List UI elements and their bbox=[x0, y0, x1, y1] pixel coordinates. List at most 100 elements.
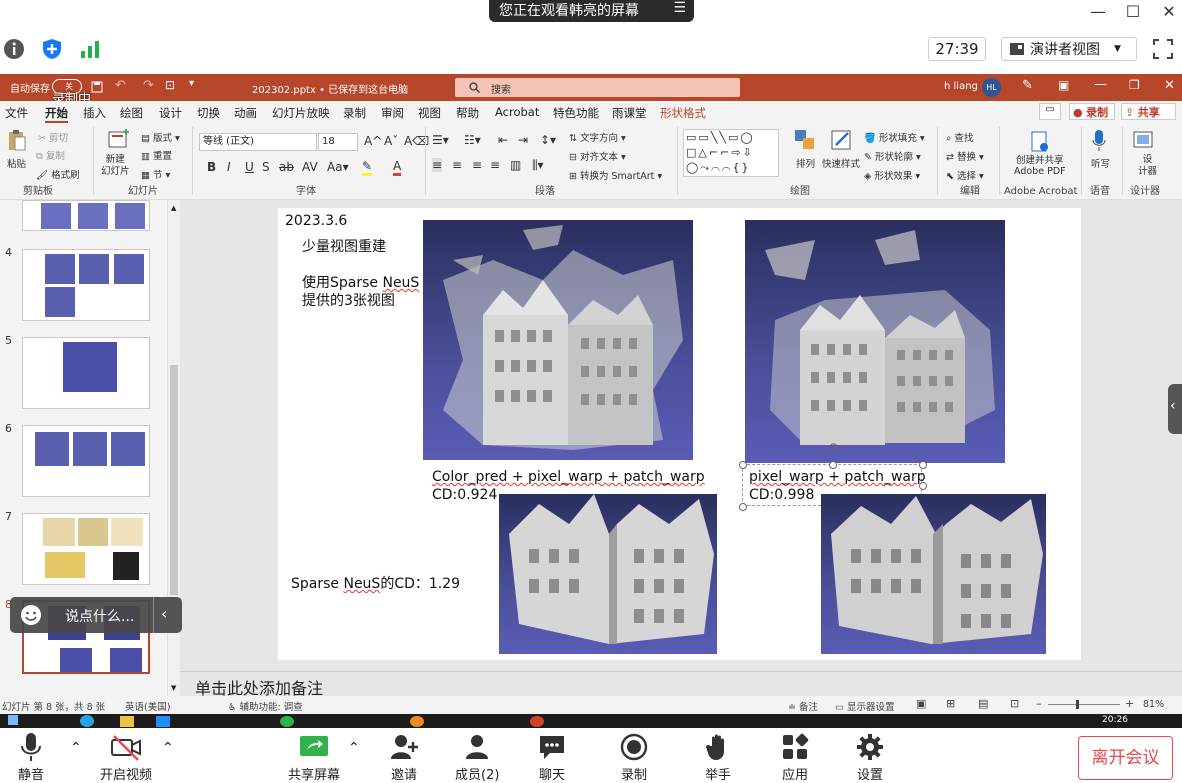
avatar[interactable]: HL bbox=[982, 78, 1001, 97]
share-screen-button[interactable]: 共享屏幕 bbox=[288, 732, 340, 783]
slideshow-view-icon[interactable]: ⊡ bbox=[1010, 697, 1019, 710]
paste-label[interactable]: 粘贴 bbox=[7, 156, 26, 170]
distributed-icon[interactable]: ▥ bbox=[510, 158, 521, 172]
cut-button[interactable]: ✂ 剪切 bbox=[38, 130, 68, 144]
font-color-icon[interactable]: A bbox=[393, 159, 402, 176]
resize-handle[interactable] bbox=[919, 482, 927, 490]
tab-rain-classroom[interactable]: 雨课堂 bbox=[612, 105, 647, 121]
close-button[interactable]: ✕ bbox=[1157, 2, 1181, 22]
shape-effects-button[interactable]: ◈ 形状效果 ▾ bbox=[864, 168, 920, 182]
create-pdf-label[interactable]: 创建并共享 Adobe PDF bbox=[1014, 155, 1066, 177]
side-panel-toggle[interactable]: ‹ bbox=[1168, 384, 1182, 434]
tab-animations[interactable]: 动画 bbox=[234, 105, 257, 121]
quick-styles-label[interactable]: 快速样式 bbox=[822, 156, 860, 170]
apps-button[interactable]: 应用 bbox=[780, 732, 810, 783]
ppt-minimize-button[interactable]: — bbox=[1094, 77, 1107, 92]
font-grow-icon[interactable]: A^ bbox=[364, 134, 382, 148]
find-button[interactable]: ⌕ 查找 bbox=[946, 130, 973, 144]
font-shrink-icon[interactable]: Aˇ bbox=[384, 134, 398, 148]
record-button[interactable]: ● 录制 bbox=[1069, 103, 1115, 120]
accessibility-status[interactable]: ♿ 辅助功能: 调查 bbox=[228, 699, 303, 713]
record-meeting-button[interactable]: 录制 bbox=[619, 732, 649, 783]
members-button[interactable]: 成员(2) bbox=[455, 732, 499, 783]
shape-outline-button[interactable]: ✎ 形状轮廓 ▾ bbox=[864, 149, 921, 163]
powerpoint-icon[interactable] bbox=[530, 716, 544, 727]
chevron-up-icon[interactable]: ⌃ bbox=[70, 740, 82, 756]
resize-handle[interactable] bbox=[739, 503, 747, 511]
microphone-icon[interactable] bbox=[1091, 129, 1107, 153]
tab-draw[interactable]: 绘图 bbox=[120, 105, 143, 121]
raise-hand-button[interactable]: 举手 bbox=[703, 732, 733, 783]
fullscreen-icon[interactable] bbox=[1151, 37, 1175, 61]
menu-icon[interactable]: ☰ bbox=[673, 0, 686, 16]
format-painter-button[interactable]: 🖌 格式刷 bbox=[36, 167, 80, 181]
minimize-button[interactable]: — bbox=[1086, 2, 1110, 22]
text-direction-button[interactable]: ⇅ 文字方向 ▾ bbox=[569, 130, 626, 144]
tab-slideshow[interactable]: 幻灯片放映 bbox=[272, 105, 330, 121]
start-video-button[interactable]: 开启视频 bbox=[100, 732, 152, 783]
justify-icon[interactable]: ≡ bbox=[490, 158, 500, 172]
sorter-view-icon[interactable]: ⊞ bbox=[946, 697, 955, 710]
rotate-handle-icon[interactable]: ⟳ bbox=[829, 441, 840, 456]
present-icon[interactable]: ⊡ bbox=[165, 78, 175, 92]
zoom-out-button[interactable]: – bbox=[1036, 697, 1042, 710]
reading-view-icon[interactable]: ▤ bbox=[978, 697, 988, 710]
mute-button[interactable]: 静音 bbox=[18, 732, 44, 783]
shape-fill-button[interactable]: 🪣 形状填充 ▾ bbox=[864, 130, 925, 144]
invite-button[interactable]: 邀请 bbox=[389, 732, 419, 783]
layout-button[interactable]: ▤ 版式 ▾ bbox=[141, 130, 180, 144]
tab-home[interactable]: 开始 bbox=[45, 105, 68, 123]
tab-transitions[interactable]: 切换 bbox=[197, 105, 220, 121]
align-text-button[interactable]: ⊟ 对齐文本 ▾ bbox=[569, 149, 626, 163]
folder-icon[interactable] bbox=[120, 716, 134, 727]
slide-thumbnail[interactable] bbox=[22, 425, 150, 497]
char-spacing-icon[interactable]: AV bbox=[302, 160, 318, 174]
chevron-up-icon[interactable]: ⌃ bbox=[162, 740, 174, 756]
redo-icon[interactable]: ↷ bbox=[143, 78, 154, 93]
zoom-slider[interactable] bbox=[1048, 704, 1120, 705]
settings-button[interactable]: 设置 bbox=[855, 732, 885, 783]
smartart-button[interactable]: ⊞ 转换为 SmartArt ▾ bbox=[569, 168, 662, 182]
screen-share-banner[interactable]: 您正在观看韩亮的屏幕 ☰ bbox=[489, 0, 694, 22]
app-icon[interactable] bbox=[410, 716, 424, 727]
tab-review[interactable]: 审阅 bbox=[381, 105, 404, 121]
notes-button[interactable]: ≐ 备注 bbox=[788, 699, 818, 713]
line-spacing-icon[interactable]: ↕▾ bbox=[540, 133, 556, 147]
shield-icon[interactable] bbox=[40, 37, 64, 61]
tab-features[interactable]: 特色功能 bbox=[553, 105, 599, 121]
slide-thumbnail[interactable] bbox=[22, 249, 150, 321]
section-button[interactable]: ▦ 节 ▾ bbox=[141, 167, 170, 181]
shapes-gallery[interactable]: ▭▭╲╲▭◯ □△⌐⌐⇨⇩ ◯⤳⌒⌒{} bbox=[683, 129, 779, 177]
slide-canvas[interactable]: 2023.3.6 少量视图重建 使用Sparse NeuS 提供的3张视图 Co… bbox=[278, 208, 1081, 660]
maximize-button[interactable]: ☐ bbox=[1121, 2, 1145, 22]
caption-right-cd[interactable]: CD:0.998 bbox=[749, 487, 814, 503]
designer-icon[interactable] bbox=[1133, 129, 1155, 151]
increase-indent-icon[interactable]: ⇥ bbox=[518, 133, 528, 147]
chat-input-float[interactable]: 说点什么... ‹ bbox=[10, 597, 182, 633]
normal-view-icon[interactable]: ▣ bbox=[916, 697, 926, 710]
new-slide-label[interactable]: 新建 幻灯片 bbox=[101, 154, 130, 178]
pen-icon[interactable]: ✎ bbox=[1022, 78, 1033, 93]
tab-view[interactable]: 视图 bbox=[418, 105, 441, 121]
strikethrough-icon[interactable]: ab bbox=[279, 160, 294, 174]
tab-insert[interactable]: 插入 bbox=[83, 105, 106, 121]
wechat-icon[interactable] bbox=[280, 716, 294, 727]
chat-button[interactable]: 聊天 bbox=[537, 732, 567, 783]
zoom-slider-thumb[interactable] bbox=[1076, 700, 1079, 709]
designer-label[interactable]: 设 计器 bbox=[1138, 154, 1157, 178]
tab-acrobat[interactable]: Acrobat bbox=[495, 105, 539, 119]
tab-record[interactable]: 录制 bbox=[343, 105, 366, 121]
new-slide-icon[interactable] bbox=[108, 129, 130, 149]
signal-icon[interactable] bbox=[78, 37, 102, 61]
align-right-icon[interactable]: ≡ bbox=[472, 158, 482, 172]
resize-handle[interactable] bbox=[919, 461, 927, 469]
windows-logo-icon[interactable] bbox=[8, 715, 18, 725]
resize-handle[interactable] bbox=[739, 461, 747, 469]
shadow-icon[interactable]: S bbox=[262, 160, 270, 174]
resize-handle[interactable] bbox=[829, 461, 837, 469]
arrange-label[interactable]: 排列 bbox=[796, 156, 815, 170]
bold-icon[interactable]: B bbox=[207, 160, 216, 174]
ppt-close-button[interactable]: ✕ bbox=[1164, 78, 1175, 93]
notes-pane[interactable]: 单击此处添加备注 bbox=[180, 671, 1182, 698]
chevron-left-icon[interactable]: ‹ bbox=[161, 604, 167, 623]
